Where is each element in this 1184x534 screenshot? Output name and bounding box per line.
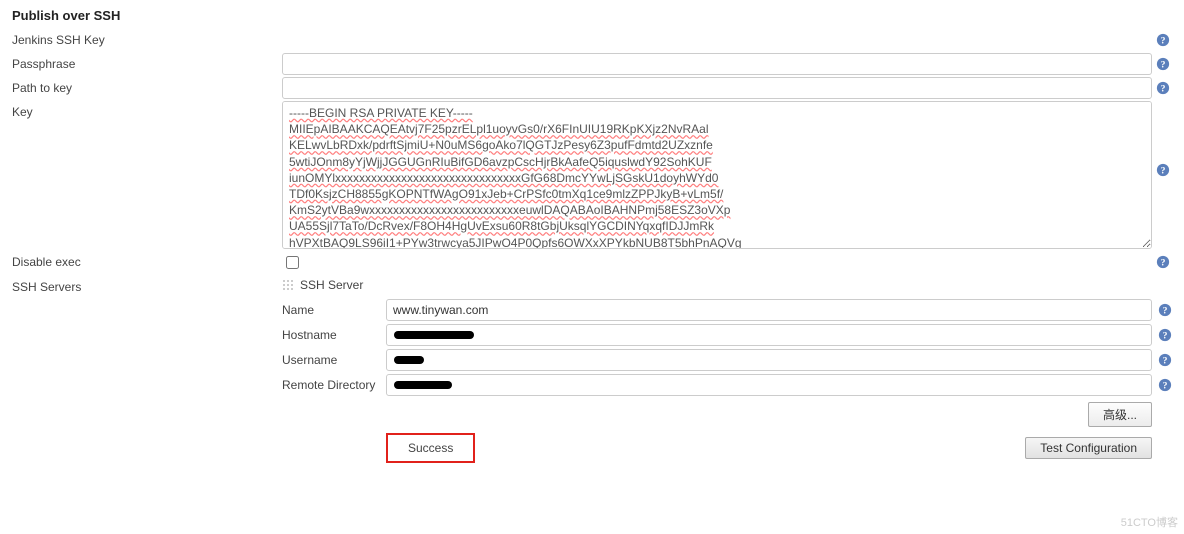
help-icon[interactable]: ? xyxy=(1158,378,1172,395)
help-icon[interactable]: ? xyxy=(1158,303,1172,320)
key-textarea[interactable] xyxy=(282,101,1152,249)
server-name-label: Name xyxy=(282,301,386,319)
server-hostname-input[interactable] xyxy=(386,324,1152,346)
help-icon[interactable]: ? xyxy=(1154,81,1172,95)
help-icon[interactable]: ? xyxy=(1154,163,1172,177)
help-icon[interactable]: ? xyxy=(1154,255,1172,269)
jenkins-ssh-key-label: Jenkins SSH Key xyxy=(12,29,282,51)
server-name-input[interactable] xyxy=(386,299,1152,321)
help-icon[interactable]: ? xyxy=(1158,353,1172,370)
svg-text:?: ? xyxy=(1161,166,1166,177)
status-success: Success xyxy=(386,433,475,463)
svg-text:?: ? xyxy=(1163,356,1168,367)
svg-text:?: ? xyxy=(1163,306,1168,317)
section-title: Publish over SSH xyxy=(12,8,1172,23)
path-to-key-label: Path to key xyxy=(12,77,282,99)
key-label: Key xyxy=(12,101,282,123)
server-username-label: Username xyxy=(282,351,386,369)
path-to-key-input[interactable] xyxy=(282,77,1152,99)
watermark: 51CTO博客 xyxy=(1121,514,1178,530)
passphrase-input[interactable] xyxy=(282,53,1152,75)
test-configuration-button[interactable]: Test Configuration xyxy=(1025,437,1152,459)
svg-text:?: ? xyxy=(1163,331,1168,342)
advanced-button[interactable]: 高级... xyxy=(1088,402,1152,427)
server-remote-dir-input[interactable] xyxy=(386,374,1152,396)
server-hostname-label: Hostname xyxy=(282,326,386,344)
disable-exec-label: Disable exec xyxy=(12,251,282,273)
server-remote-dir-label: Remote Directory xyxy=(282,376,386,394)
drag-handle-icon[interactable] xyxy=(282,279,294,291)
help-icon[interactable]: ? xyxy=(1154,57,1172,71)
ssh-server-heading: SSH Server xyxy=(300,278,363,292)
help-icon[interactable]: ? xyxy=(1154,33,1172,47)
server-username-input[interactable] xyxy=(386,349,1152,371)
svg-text:?: ? xyxy=(1161,60,1166,71)
help-icon[interactable]: ? xyxy=(1158,328,1172,345)
disable-exec-checkbox[interactable] xyxy=(286,256,299,269)
svg-text:?: ? xyxy=(1163,381,1168,392)
ssh-servers-label: SSH Servers xyxy=(12,276,282,298)
svg-text:?: ? xyxy=(1161,36,1166,47)
svg-text:?: ? xyxy=(1161,258,1166,269)
svg-text:?: ? xyxy=(1161,84,1166,95)
passphrase-label: Passphrase xyxy=(12,53,282,75)
